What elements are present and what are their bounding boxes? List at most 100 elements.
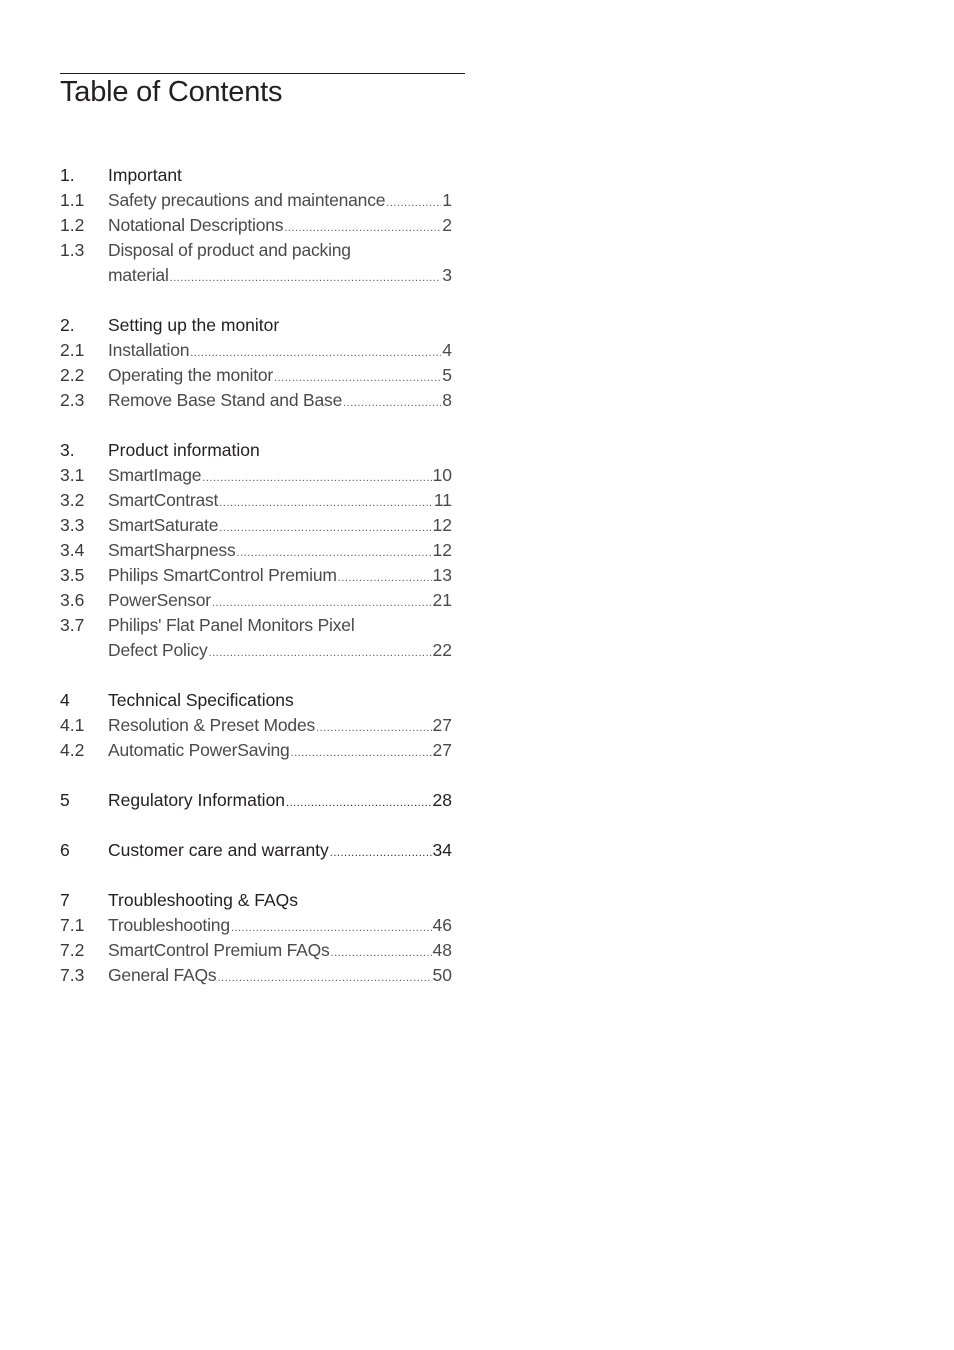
page-header: Table of Contents [60,73,465,108]
entry-page: 11 [433,490,452,510]
entry-title[interactable]: Philips SmartControl Premium [108,563,337,588]
toc-entry[interactable]: 2.1 Installation 4 [60,338,452,363]
entry-title-continued[interactable]: Defect Policy [108,638,208,663]
entry-title[interactable]: SmartContrast [108,488,218,513]
toc-entry[interactable]: 3.4 SmartSharpness 12 [60,538,452,563]
toc-entry[interactable]: 7.1 Troubleshooting 46 [60,913,452,938]
entry-number: 2.2 [60,365,85,385]
entry-page: 34 [432,840,452,860]
entry-title[interactable]: PowerSensor [108,588,211,613]
entry-title[interactable]: SmartSaturate [108,513,218,538]
leader-dots [209,641,432,666]
entry-number: 3.7 [60,615,85,635]
entry-title[interactable]: Remove Base Stand and Base [108,388,342,413]
toc-entry[interactable]: 2.2 Operating the monitor 5 [60,363,452,388]
entry-page: 2 [442,215,452,235]
entry-number: 3.5 [60,565,85,585]
entry-title[interactable]: SmartSharpness [108,538,236,563]
entry-number: 7.3 [60,965,85,985]
entry-title[interactable]: SmartControl Premium FAQs [108,938,330,963]
entry-title[interactable]: Automatic PowerSaving [108,738,290,763]
section-number: 1. [60,165,75,185]
toc-section-7: 7 Troubleshooting & FAQs 7.1 Troubleshoo… [60,888,452,988]
entry-number: 3.4 [60,540,85,560]
toc-heading-entry[interactable]: 6 Customer care and warranty 34 [60,838,452,863]
entry-title[interactable]: Operating the monitor [108,363,273,388]
entry-page: 13 [432,565,452,585]
section-number: 7 [60,890,70,910]
toc-entry[interactable]: 3.7 Philips' Flat Panel Monitors Pixel [60,613,452,638]
toc-heading-entry[interactable]: 5 Regulatory Information 28 [60,788,452,813]
toc-entry[interactable]: 7.3 General FAQs 50 [60,963,452,988]
section-title: Technical Specifications [108,690,294,710]
entry-page: 48 [432,940,452,960]
entry-title[interactable]: Troubleshooting [108,913,230,938]
toc-entry-continuation[interactable]: material 3 [60,263,452,288]
toc-heading: 1. Important [60,163,452,188]
section-title: Setting up the monitor [108,315,280,335]
entry-page: 46 [432,915,452,935]
toc-entry[interactable]: 4.1 Resolution & Preset Modes 27 [60,713,452,738]
toc-entry[interactable]: 3.3 SmartSaturate 12 [60,513,452,538]
entry-number: 3.1 [60,465,85,485]
section-title[interactable]: Regulatory Information [108,788,285,813]
leader-dots [343,391,441,416]
entry-page: 12 [432,515,452,535]
toc-entry[interactable]: 3.6 PowerSensor 21 [60,588,452,613]
section-title: Important [108,165,182,185]
toc-entry[interactable]: 1.3 Disposal of product and packing [60,238,452,263]
leader-dots [330,841,432,866]
entry-title[interactable]: SmartImage [108,463,202,488]
toc-entry[interactable]: 7.2 SmartControl Premium FAQs 48 [60,938,452,963]
entry-number: 2.3 [60,390,85,410]
toc-section-1: 1. Important 1.1 Safety precautions and … [60,163,452,288]
entry-number: 7.1 [60,915,85,935]
toc-heading: 2. Setting up the monitor [60,313,452,338]
entry-page: 28 [432,790,452,810]
toc-entry[interactable]: 2.3 Remove Base Stand and Base 8 [60,388,452,413]
entry-page: 4 [442,340,452,360]
entry-number: 3.3 [60,515,85,535]
entry-page: 12 [432,540,452,560]
toc-entry[interactable]: 1.2 Notational Descriptions 2 [60,213,452,238]
section-number: 3. [60,440,75,460]
entry-title[interactable]: Notational Descriptions [108,213,284,238]
section-number: 4 [60,690,70,710]
toc-entry-continuation[interactable]: Defect Policy 22 [60,638,452,663]
entry-number: 1.3 [60,240,85,260]
section-title[interactable]: Customer care and warranty [108,838,329,863]
page-title: Table of Contents [60,76,283,108]
entry-number: 1.1 [60,190,85,210]
entry-page: 1 [442,190,452,210]
entry-page: 22 [432,640,452,660]
toc-entry[interactable]: 1.1 Safety precautions and maintenance 1 [60,188,452,213]
toc-entry[interactable]: 4.2 Automatic PowerSaving 27 [60,738,452,763]
entry-page: 10 [432,465,452,485]
entry-page: 21 [432,590,452,610]
toc-entry[interactable]: 3.2 SmartContrast 11 [60,488,452,513]
entry-title-continued[interactable]: material [108,263,169,288]
entry-page: 3 [442,265,452,285]
entry-page: 27 [432,715,452,735]
entry-title[interactable]: Resolution & Preset Modes [108,713,315,738]
toc-entry[interactable]: 3.1 SmartImage 10 [60,463,452,488]
toc-entry[interactable]: 3.5 Philips SmartControl Premium 13 [60,563,452,588]
entry-title[interactable]: General FAQs [108,963,217,988]
entry-title[interactable]: Safety precautions and maintenance [108,188,385,213]
entry-number: 4.2 [60,740,85,760]
entry-page: 8 [442,390,452,410]
toc-section-3: 3. Product information 3.1 SmartImage 10… [60,438,452,663]
entry-title[interactable]: Philips' Flat Panel Monitors Pixel [108,613,355,638]
leader-dots [291,741,432,766]
entry-number: 4.1 [60,715,85,735]
entry-title[interactable]: Installation [108,338,189,363]
section-number: 6 [60,840,70,860]
toc-heading: 4 Technical Specifications [60,688,452,713]
entry-title[interactable]: Disposal of product and packing [108,238,351,263]
section-number: 5 [60,790,70,810]
toc-section-2: 2. Setting up the monitor 2.1 Installati… [60,313,452,413]
toc-heading: 3. Product information [60,438,452,463]
entry-number: 2.1 [60,340,85,360]
entry-page: 50 [432,965,452,985]
section-title: Product information [108,440,260,460]
